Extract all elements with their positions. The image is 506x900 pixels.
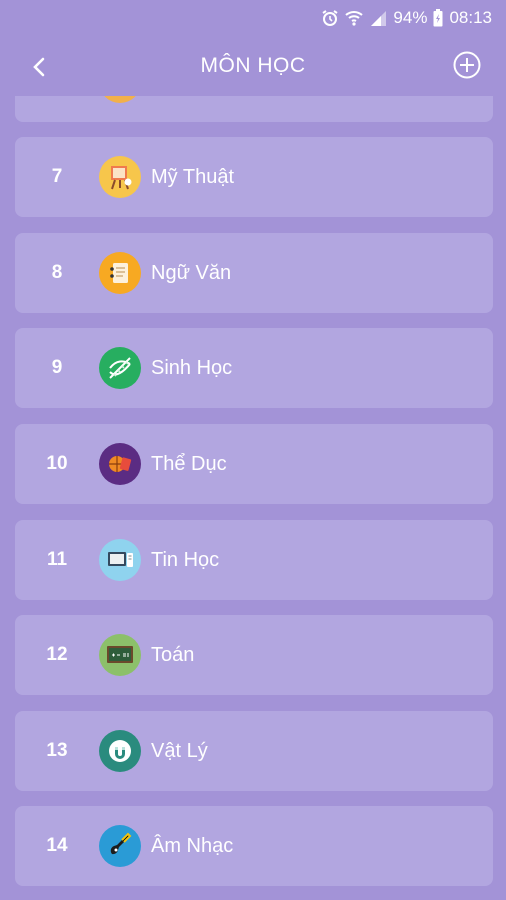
subject-name: Thể Dục xyxy=(151,452,227,475)
wifi-icon xyxy=(345,9,364,27)
list-item[interactable]: 13 Vật Lý xyxy=(15,711,493,791)
battery-icon xyxy=(433,9,443,27)
subject-name: Vật Lý xyxy=(151,739,208,762)
subject-name: Mỹ Thuật xyxy=(151,165,234,188)
computer-icon xyxy=(99,539,141,581)
list-item[interactable] xyxy=(15,96,493,122)
list-item[interactable]: 10 Thể Dục xyxy=(15,424,493,504)
battery-percent: 94% xyxy=(393,8,428,27)
subject-number: 12 xyxy=(46,644,68,665)
back-button[interactable] xyxy=(24,52,54,82)
subject-name: Ngữ Văn xyxy=(151,261,232,284)
add-subject-button[interactable] xyxy=(452,50,482,80)
subject-name: Tin Học xyxy=(151,548,220,571)
app-header: MÔN HỌC xyxy=(0,36,506,96)
magnet-icon xyxy=(99,730,141,772)
subject-number: 11 xyxy=(46,549,68,570)
subject-list[interactable]: 7 Mỹ Thuật 8 Ngữ Văn 9 Sinh Học 10 Thể D… xyxy=(0,96,506,900)
chevron-left-icon xyxy=(33,57,45,77)
subject-name: Âm Nhạc xyxy=(151,834,234,857)
chalkboard-icon xyxy=(99,634,141,676)
status-bar: 94% 08:13 xyxy=(0,0,506,36)
alarm-icon xyxy=(321,9,339,27)
notebook-icon xyxy=(99,252,141,294)
clock: 08:13 xyxy=(449,8,492,27)
subject-number: 9 xyxy=(51,357,63,378)
list-item[interactable]: 7 Mỹ Thuật xyxy=(15,137,493,217)
subject-number: 8 xyxy=(51,262,63,283)
subject-name: Sinh Học xyxy=(151,356,233,379)
dna-icon xyxy=(99,347,141,389)
subject-number: 10 xyxy=(46,453,68,474)
subject-number: 13 xyxy=(46,740,68,761)
partial-icon xyxy=(99,96,141,103)
guitar-icon xyxy=(99,825,141,867)
list-item[interactable]: 12 Toán xyxy=(15,615,493,695)
list-item[interactable]: 9 Sinh Học xyxy=(15,328,493,408)
signal-icon xyxy=(369,9,387,27)
list-item[interactable]: 14 Âm Nhạc xyxy=(15,806,493,886)
page-title: MÔN HỌC xyxy=(200,54,306,77)
easel-icon xyxy=(99,156,141,198)
subject-number: 14 xyxy=(46,835,68,856)
sports-icon xyxy=(99,443,141,485)
list-item[interactable]: 11 Tin Học xyxy=(15,520,493,600)
list-item[interactable]: 8 Ngữ Văn xyxy=(15,233,493,313)
add-circle-icon xyxy=(453,51,481,79)
subject-number: 7 xyxy=(51,166,63,187)
subject-name: Toán xyxy=(151,643,195,666)
